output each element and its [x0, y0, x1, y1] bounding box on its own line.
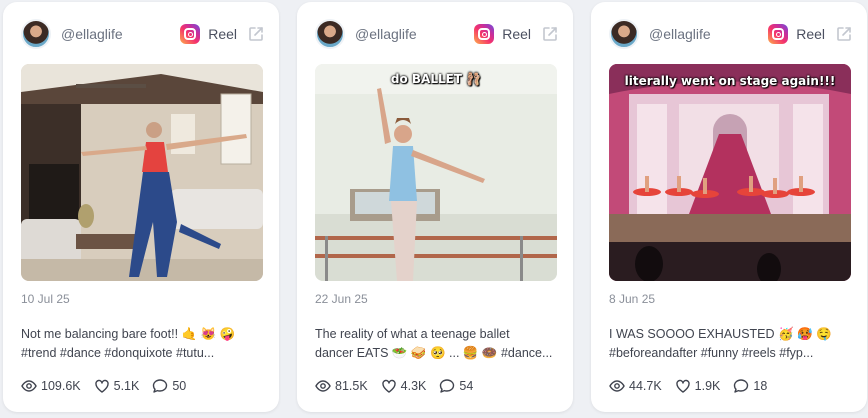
instagram-icon	[180, 24, 201, 44]
reel-card[interactable]: @ellaglife Reel	[3, 2, 279, 412]
comments-count: 18	[753, 379, 768, 393]
caption-hashtags: #beforeandafter #funny #reels #fyp...	[609, 346, 814, 360]
views-count: 81.5K	[335, 379, 368, 393]
external-link-icon[interactable]	[247, 25, 265, 43]
card-header: @ellaglife Reel	[609, 18, 853, 50]
video-overlay-text: do BALLET 🩰	[390, 72, 482, 86]
engagement-stats: 44.7K 1.9K 18	[609, 378, 780, 394]
platform-label: Reel	[796, 26, 825, 42]
comments-count: 54	[459, 379, 474, 393]
avatar[interactable]	[609, 19, 639, 49]
instagram-icon	[768, 24, 789, 44]
views-stat: 44.7K	[609, 378, 662, 394]
caption-line: I WAS SOOOO EXHAUSTED 🥳 🥵 🤤	[609, 327, 832, 341]
caption-line: Not me balancing bare foot!! 🤙 😻 🤪	[21, 327, 236, 341]
external-link-icon[interactable]	[541, 25, 559, 43]
eye-icon	[609, 380, 625, 392]
avatar[interactable]	[315, 19, 345, 49]
post-date: 22 Jun 25	[315, 292, 368, 306]
reel-card[interactable]: @ellaglife Reel	[591, 2, 867, 412]
comments-stat: 54	[439, 378, 473, 394]
likes-count: 4.3K	[400, 379, 427, 393]
comments-stat: 50	[152, 378, 186, 394]
views-count: 109.6K	[41, 379, 81, 393]
platform-label: Reel	[502, 26, 531, 42]
account-handle[interactable]: @ellaglife	[355, 26, 474, 42]
comment-icon	[440, 379, 455, 393]
likes-stat: 1.9K	[675, 378, 721, 394]
post-date: 8 Jun 25	[609, 292, 656, 306]
post-caption: Not me balancing bare foot!! 🤙 😻 🤪 #tren…	[21, 325, 263, 363]
reel-card[interactable]: @ellaglife Reel do BALLET 🩰 22 Jun 25 Th…	[297, 2, 573, 412]
platform-label: Reel	[208, 26, 237, 42]
video-thumbnail[interactable]	[21, 64, 263, 281]
caption-line: The reality of what a teenage ballet	[315, 327, 510, 341]
likes-count: 1.9K	[694, 379, 721, 393]
video-thumbnail[interactable]: do BALLET 🩰	[315, 64, 557, 281]
views-stat: 81.5K	[315, 378, 368, 394]
thumbnail-image	[609, 64, 851, 281]
comments-count: 50	[172, 379, 187, 393]
caption-hashtags: #trend #dance #donquixote #tutu...	[21, 346, 215, 360]
thumbnail-image	[21, 64, 263, 281]
post-caption: I WAS SOOOO EXHAUSTED 🥳 🥵 🤤 #beforeandaf…	[609, 325, 851, 363]
account-handle[interactable]: @ellaglife	[61, 26, 180, 42]
eye-icon	[315, 380, 331, 392]
video-thumbnail[interactable]: literally went on stage again!!!	[609, 64, 851, 281]
likes-stat: 5.1K	[94, 378, 140, 394]
thumbnail-image	[315, 64, 557, 281]
comment-icon	[734, 379, 749, 393]
card-header: @ellaglife Reel	[315, 18, 559, 50]
post-caption: The reality of what a teenage ballet dan…	[315, 325, 557, 363]
heart-icon	[94, 379, 109, 393]
views-count: 44.7K	[629, 379, 662, 393]
views-stat: 109.6K	[21, 378, 81, 394]
avatar[interactable]	[21, 19, 51, 49]
eye-icon	[21, 380, 37, 392]
comment-icon	[153, 379, 168, 393]
likes-count: 5.1K	[113, 379, 140, 393]
account-handle[interactable]: @ellaglife	[649, 26, 768, 42]
heart-icon	[381, 379, 396, 393]
post-date: 10 Jul 25	[21, 292, 70, 306]
engagement-stats: 109.6K 5.1K 50	[21, 378, 199, 394]
external-link-icon[interactable]	[835, 25, 853, 43]
comments-stat: 18	[733, 378, 767, 394]
instagram-icon	[474, 24, 495, 44]
heart-icon	[675, 379, 690, 393]
card-header: @ellaglife Reel	[21, 18, 265, 50]
caption-hashtags: dancer EATS 🥗 🥪 🥺 ... 🍔 🍩 #dance...	[315, 346, 553, 360]
video-overlay-text: literally went on stage again!!!	[624, 74, 836, 88]
likes-stat: 4.3K	[381, 378, 427, 394]
engagement-stats: 81.5K 4.3K 54	[315, 378, 486, 394]
